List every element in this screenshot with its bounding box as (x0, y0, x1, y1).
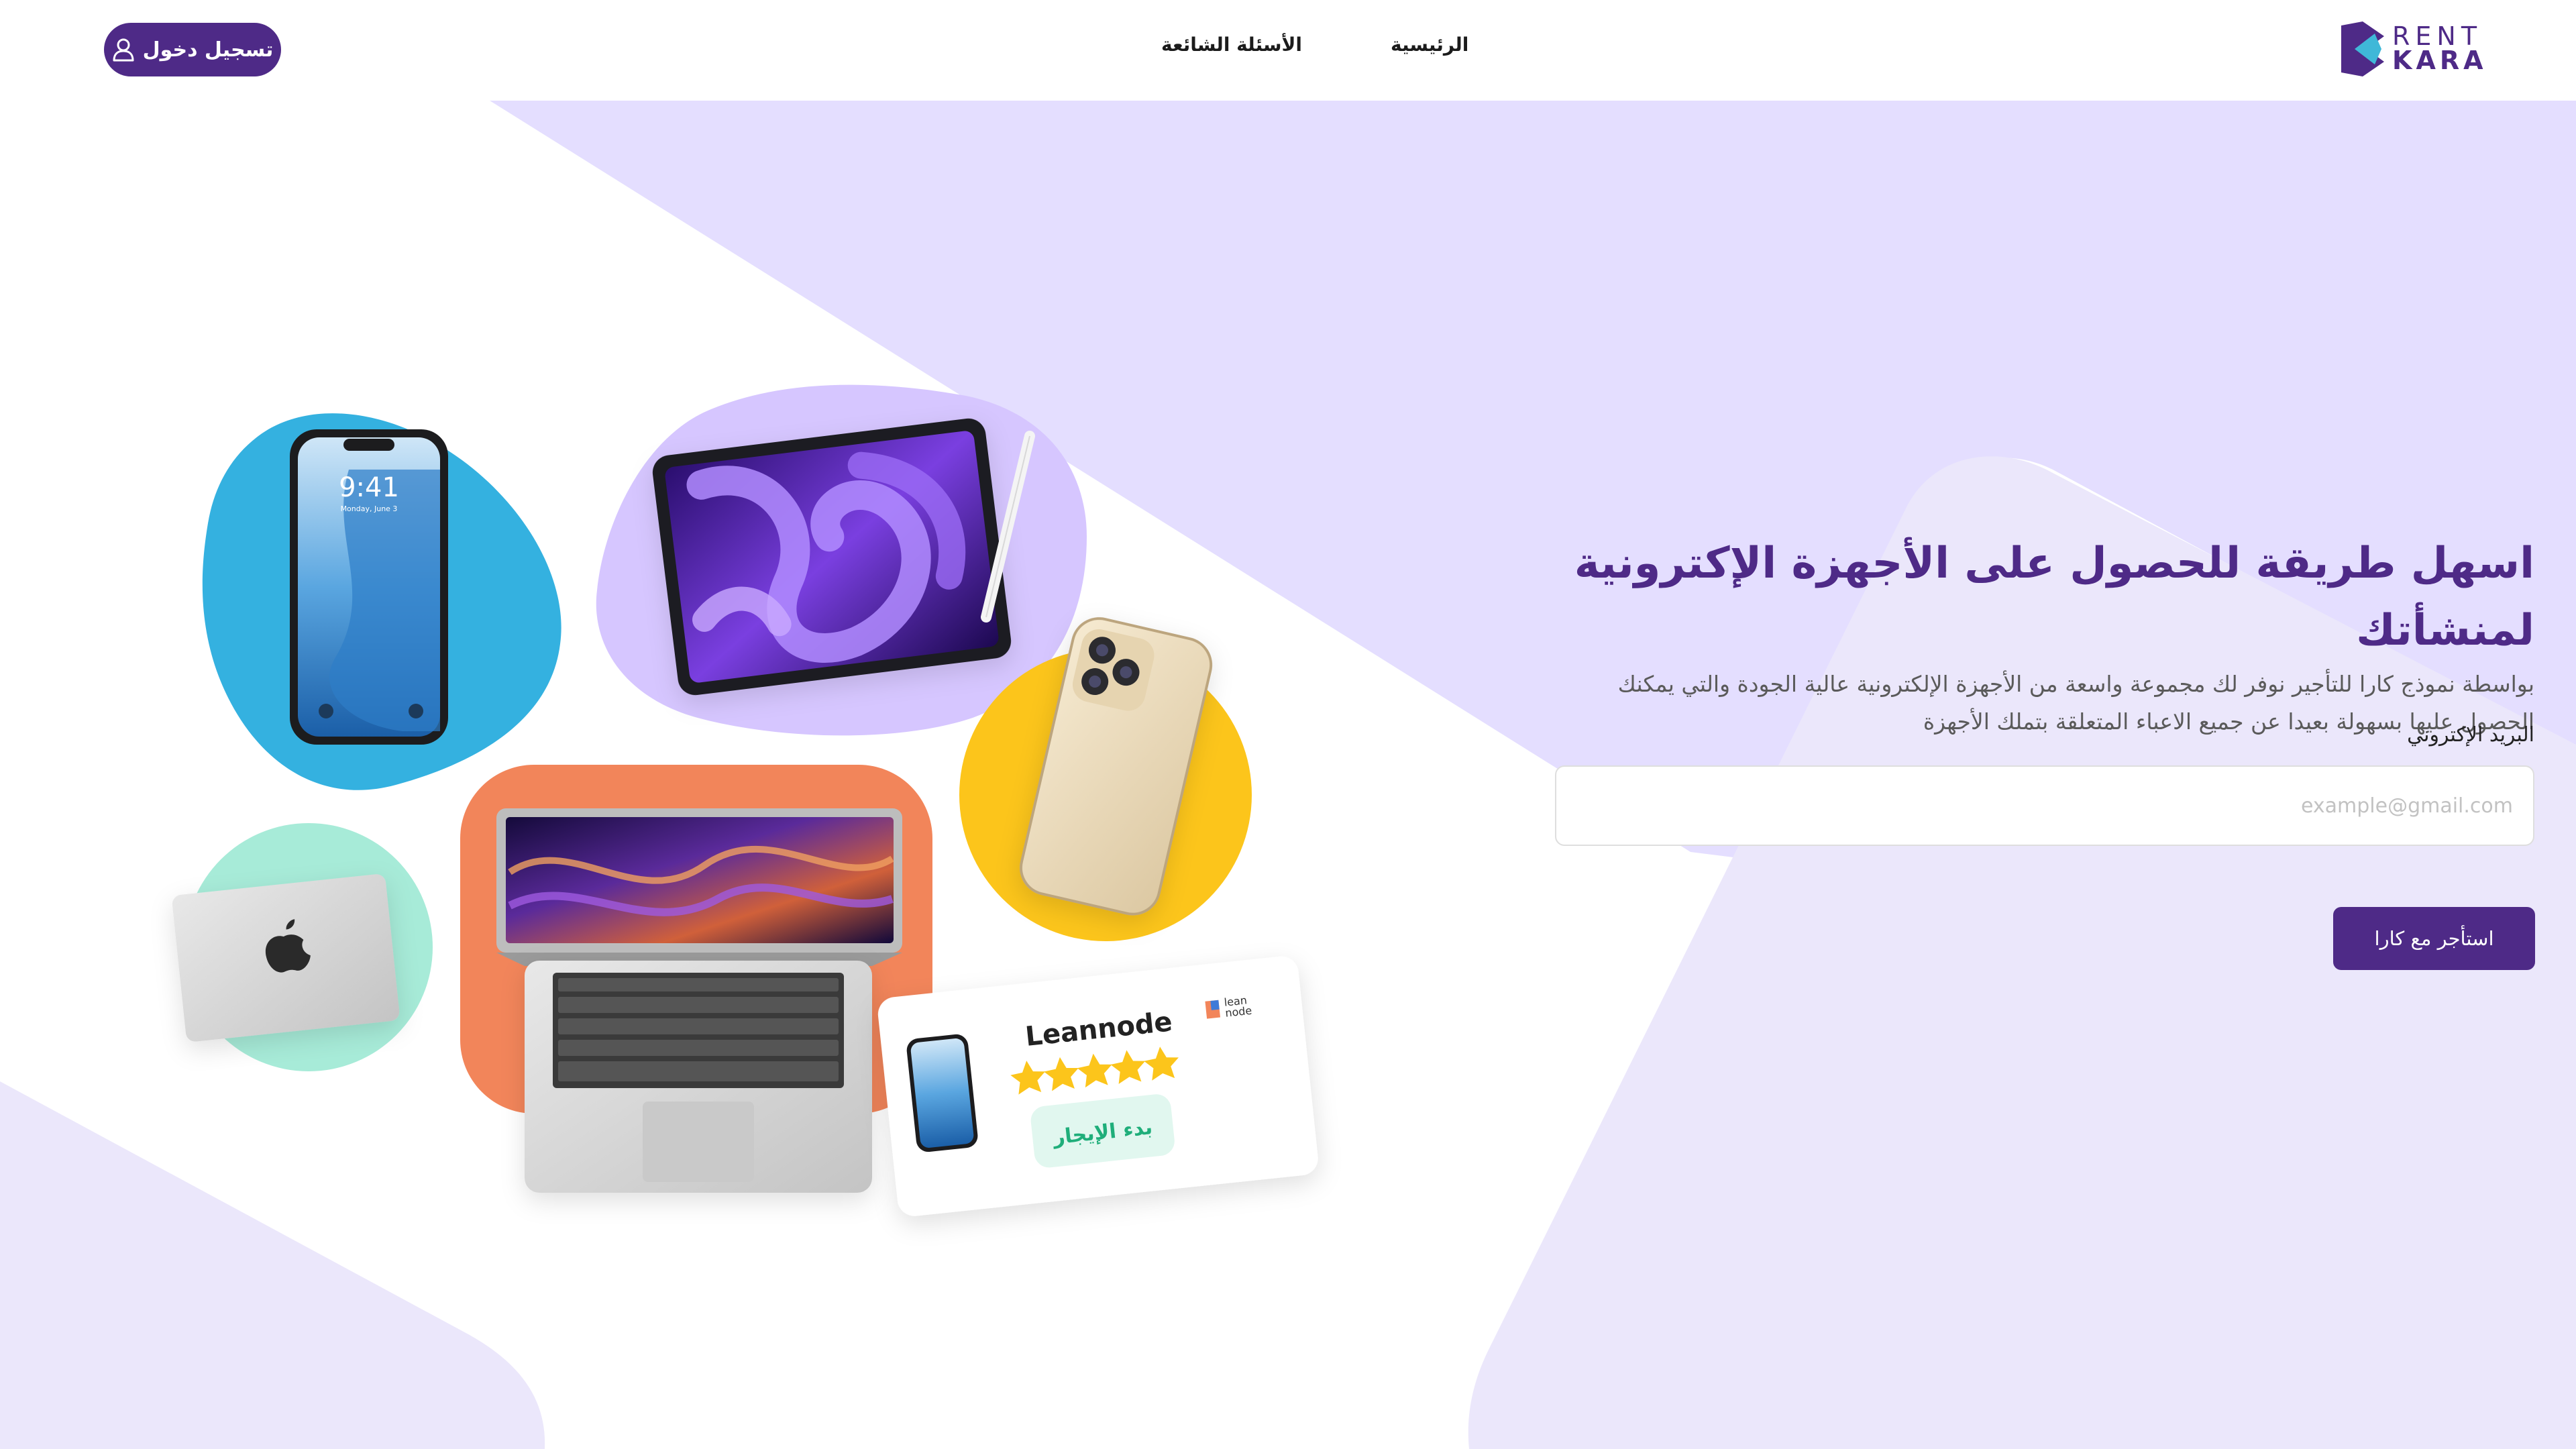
iphone-front: 9:41 Monday, June 3 (290, 429, 448, 745)
background-panel-left (0, 1081, 545, 1449)
email-input[interactable] (1555, 765, 2534, 846)
login-label: تسجيل دخول (142, 38, 274, 62)
hero-description-line1: بواسطة نموذج كارا للتأجير نوفر لك مجموعة… (1617, 671, 2534, 697)
camera-icon (409, 704, 423, 718)
phone-date: Monday, June 3 (341, 504, 398, 513)
brand-logo[interactable]: RENT KARA (2337, 17, 2483, 80)
macbook-closed (172, 874, 400, 1042)
macbook-open (496, 808, 902, 1193)
trackpad (643, 1102, 754, 1182)
hero-section: اسهل طريقة للحصول على الأجهزة الإكترونية… (1555, 530, 2534, 741)
logo-mark-icon (2341, 21, 2384, 76)
login-button[interactable]: تسجيل دخول (104, 23, 281, 76)
review-card-phone (906, 1034, 978, 1152)
email-label: البريد الإكتروني (2407, 723, 2534, 747)
user-icon (113, 38, 134, 62)
hero-description: بواسطة نموذج كارا للتأجير نوفر لك مجموعة… (1555, 665, 2534, 741)
logo-line2: KARA (2392, 46, 2487, 75)
nav-link-home[interactable]: الرئيسية (1391, 34, 1468, 56)
nav-link-faq[interactable]: الأسئلة الشائعة (1161, 34, 1302, 56)
review-card: Leannode lean node بدء الإيجار (877, 956, 1318, 1216)
top-navbar: تسجيل دخول الأسئلة الشائعة الرئيسية RENT… (0, 0, 2576, 99)
logo-line1: RENT (2392, 21, 2483, 51)
phone-time: 9:41 (339, 472, 399, 503)
flashlight-icon (319, 704, 333, 718)
hero-description-line2: الحصول عليها بسهولة بعيدا عن جميع الاعبا… (1923, 708, 2534, 735)
hero-title: اسهل طريقة للحصول على الأجهزة الإكترونية… (1574, 539, 2534, 655)
ipad (652, 418, 1012, 696)
logo-wordmark: RENT KARA (2392, 21, 2487, 75)
rent-with-kara-button[interactable]: استأجر مع كارا (2333, 907, 2535, 970)
